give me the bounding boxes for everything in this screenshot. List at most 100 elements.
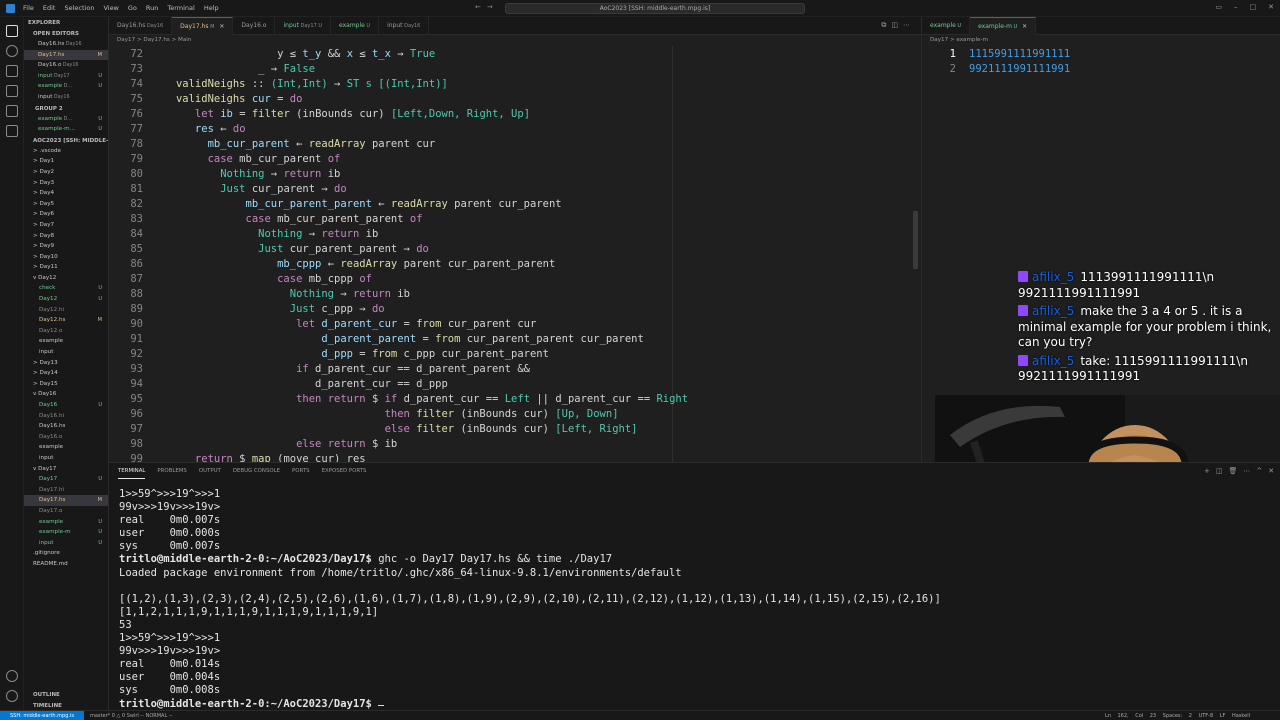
editor-tab[interactable]: input Day17 U [275, 17, 331, 35]
close-tab-icon[interactable]: ✕ [1022, 23, 1027, 30]
split-editor-icon[interactable]: ◫ [891, 21, 903, 29]
maximize-icon[interactable]: □ [1250, 3, 1257, 11]
open-editors-header[interactable]: OPEN EDITORS [24, 28, 108, 39]
forward-arrow-icon[interactable]: → [487, 3, 499, 11]
menu-run[interactable]: Run [146, 4, 158, 12]
file-item[interactable]: example U [24, 517, 108, 528]
file-item[interactable]: input [24, 453, 108, 464]
layout-icon[interactable]: ▭ [1215, 3, 1222, 11]
tab-exposed-ports[interactable]: EXPOSED PORTS [322, 463, 367, 479]
file-item[interactable]: example [24, 336, 108, 347]
editor-tab[interactable]: Day16.hs Day16 [109, 17, 173, 35]
breadcrumb[interactable]: Day17 > Day17.hs > Main [109, 35, 921, 46]
open-editor-item[interactable]: Day16.o Day16 [24, 60, 108, 71]
folder-item[interactable]: > Day9 [24, 241, 108, 252]
folder-item[interactable]: v Day12 [24, 273, 108, 284]
folder-item[interactable]: > Day7 [24, 220, 108, 231]
right-breadcrumb[interactable]: Day17 > example-m [921, 35, 1280, 46]
file-item[interactable]: Day12 U [24, 294, 108, 305]
file-item[interactable]: Day16.o [24, 432, 108, 443]
maximize-panel-icon[interactable]: ^ [1256, 467, 1268, 475]
new-terminal-icon[interactable]: + [1204, 467, 1216, 475]
tab-terminal[interactable]: TERMINAL [118, 463, 146, 479]
folder-item[interactable]: v Day16 [24, 389, 108, 400]
file-item[interactable]: Day16 U [24, 400, 108, 411]
file-item[interactable]: Day17.hi [24, 485, 108, 496]
trash-icon[interactable]: 🗑 [1229, 467, 1244, 475]
open-editor-item[interactable]: Day17.hs M [24, 49, 108, 61]
file-item[interactable]: Day12.hs M [24, 315, 108, 326]
file-item[interactable]: README.md [24, 559, 108, 570]
more-actions-icon[interactable]: ⋯ [1243, 467, 1256, 475]
folder-item[interactable]: v Day17 [24, 464, 108, 475]
tab-ports[interactable]: PORTS [292, 463, 310, 479]
search-icon[interactable] [5, 45, 18, 57]
open-editor-item[interactable]: example-m... U [24, 124, 108, 135]
folder-item[interactable]: > Day6 [24, 209, 108, 220]
extensions-icon[interactable] [5, 125, 18, 137]
folder-item[interactable]: > Day1 [24, 156, 108, 167]
group-2-header[interactable]: GROUP 2 [24, 103, 108, 114]
explorer-icon[interactable] [5, 25, 18, 37]
file-item[interactable]: Day16.hs [24, 421, 108, 432]
file-item[interactable]: Day17.hs M [24, 495, 108, 506]
folder-item[interactable]: > Day15 [24, 379, 108, 390]
workspace-header[interactable]: AOC2023 [SSH: MIDDLE-E... [24, 135, 108, 146]
folder-item[interactable]: > Day3 [24, 178, 108, 189]
file-item[interactable]: Day12.hi [24, 305, 108, 316]
status-left[interactable]: master* 0 △ 0 Swirl -- NORMAL -- [90, 711, 172, 720]
file-item[interactable]: Day17 U [24, 474, 108, 485]
folder-item[interactable]: > Day13 [24, 358, 108, 369]
close-window-icon[interactable]: ✕ [1268, 3, 1274, 11]
file-item[interactable]: Day12.o [24, 326, 108, 337]
open-editor-item[interactable]: input Day17 U [24, 71, 108, 82]
editor-tab[interactable]: example U [331, 17, 380, 35]
folder-item[interactable]: > Day14 [24, 368, 108, 379]
folder-item[interactable]: > Day10 [24, 252, 108, 263]
menu-selection[interactable]: Selection [64, 4, 94, 12]
folder-item[interactable]: > Day4 [24, 188, 108, 199]
folder-item[interactable]: > Day11 [24, 262, 108, 273]
file-item[interactable]: input [24, 347, 108, 358]
right-editor-tab[interactable]: example-m U ✕ [970, 17, 1037, 35]
remote-indicator[interactable]: SSH: middle-earth.mpg.is [0, 711, 84, 720]
menu-edit[interactable]: Edit [43, 4, 56, 12]
file-item[interactable]: check U [24, 283, 108, 294]
file-item[interactable]: example [24, 442, 108, 453]
menu-help[interactable]: Help [204, 4, 219, 12]
open-editor-item[interactable]: example D... U [24, 114, 108, 125]
folder-item[interactable]: > Day5 [24, 199, 108, 210]
minimize-icon[interactable]: – [1234, 3, 1238, 11]
timeline-header[interactable]: TIMELINE [24, 700, 66, 710]
file-item[interactable]: Day17.o [24, 506, 108, 517]
tab-problems[interactable]: PROBLEMS [157, 463, 186, 479]
file-item[interactable]: .gitignore [24, 548, 108, 559]
editor-tab[interactable]: input Day16 [379, 17, 430, 35]
more-actions-icon[interactable]: ⋯ [903, 21, 915, 29]
open-editor-item[interactable]: Day16.hs Day16 [24, 39, 108, 50]
command-center-search[interactable]: AoC2023 [SSH: middle-earth.mpg.is] [505, 3, 805, 14]
account-icon[interactable] [6, 670, 18, 682]
open-editor-item[interactable]: example D... U [24, 81, 108, 92]
file-item[interactable]: example-m U [24, 527, 108, 538]
close-tab-icon[interactable]: ✕ [219, 23, 224, 30]
back-arrow-icon[interactable]: ← [475, 3, 487, 11]
file-item[interactable]: input U [24, 538, 108, 549]
folder-item[interactable]: > Day2 [24, 167, 108, 178]
gear-icon[interactable] [6, 690, 18, 702]
run-debug-icon[interactable] [5, 85, 18, 97]
editor-tab[interactable]: Day16.o [233, 17, 276, 35]
menu-file[interactable]: File [23, 4, 34, 12]
terminal-output[interactable]: 1>>59^>>>19^>>>1 99v>>>19v>>>19v> real 0m0… [119, 488, 1269, 710]
file-item[interactable]: Day16.hi [24, 411, 108, 422]
menu-terminal[interactable]: Terminal [167, 4, 194, 12]
editor-scrollbar[interactable] [913, 211, 918, 269]
folder-item[interactable]: > Day8 [24, 231, 108, 242]
code-editor[interactable]: 72 y ≤ t_y && x ≤ t_x → True 73 _ → False… [109, 46, 921, 462]
folder-item[interactable]: > .vscode [24, 146, 108, 157]
outline-header[interactable]: OUTLINE [24, 689, 64, 700]
split-terminal-icon[interactable]: ◫ [1216, 467, 1229, 475]
menu-go[interactable]: Go [128, 4, 137, 12]
close-panel-icon[interactable]: ✕ [1268, 467, 1280, 475]
editor-tab[interactable]: Day17.hs M ✕ [172, 17, 234, 35]
